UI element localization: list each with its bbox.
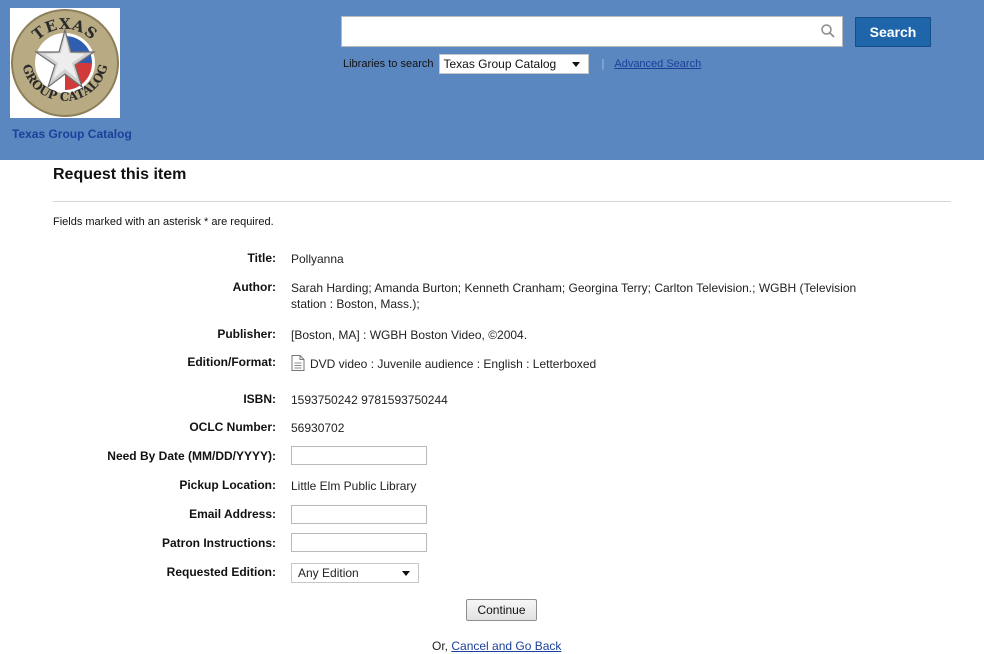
search-input[interactable] xyxy=(341,16,843,47)
edition-label: Edition/Format: xyxy=(187,355,276,369)
cancel-link[interactable]: Cancel and Go Back xyxy=(451,639,561,653)
instructions-label: Patron Instructions: xyxy=(161,536,276,550)
email-label: Email Address: xyxy=(189,507,276,521)
author-label: Author: xyxy=(232,280,276,294)
texas-star-seal-icon: TEXAS GROUP CATALOG xyxy=(11,9,119,117)
logo[interactable]: TEXAS GROUP CATALOG xyxy=(10,8,120,118)
search-button[interactable]: Search xyxy=(855,17,931,47)
continue-button[interactable]: Continue xyxy=(466,599,537,621)
requested-edition-label: Requested Edition: xyxy=(166,565,276,579)
publisher-label: Publisher: xyxy=(217,327,276,341)
libraries-select[interactable]: Texas Group Catalog xyxy=(438,54,589,74)
required-note: Fields marked with an asterisk * are req… xyxy=(53,216,274,228)
chevron-down-icon xyxy=(571,62,580,67)
separator: | xyxy=(601,58,605,70)
title-label: Title: xyxy=(247,251,276,265)
need-by-label: Need By Date (MM/DD/YYYY): xyxy=(107,449,276,463)
pickup-value: Little Elm Public Library xyxy=(291,479,417,493)
page-title: Request this item xyxy=(53,166,187,183)
site-name-link[interactable]: Texas Group Catalog xyxy=(12,127,132,141)
author-line-2: station : Boston, Mass.); xyxy=(291,297,420,311)
libraries-label: Libraries to search xyxy=(343,58,434,70)
site-header: TEXAS GROUP CATALOG Texas Group Catalog … xyxy=(0,0,984,160)
divider xyxy=(53,201,951,202)
chevron-down-icon xyxy=(402,571,410,576)
email-field[interactable] xyxy=(291,505,427,524)
publisher-value: [Boston, MA] : WGBH Boston Video, ©2004. xyxy=(291,328,528,342)
oclc-value: 56930702 xyxy=(291,421,345,435)
oclc-label: OCLC Number: xyxy=(189,420,276,434)
cancel-prefix: Or, xyxy=(432,639,449,653)
document-icon xyxy=(291,355,305,371)
isbn-label: ISBN: xyxy=(243,392,276,406)
requested-edition-selected: Any Edition xyxy=(298,566,359,580)
magnifier-icon[interactable] xyxy=(820,23,836,39)
need-by-date-field[interactable] xyxy=(291,446,427,465)
author-value: Sarah Harding; Amanda Burton; Kenneth Cr… xyxy=(291,280,856,312)
isbn-value: 1593750242 9781593750244 xyxy=(291,393,448,407)
libraries-selected: Texas Group Catalog xyxy=(443,57,557,71)
edition-value: DVD video : Juvenile audience : English … xyxy=(310,357,597,371)
advanced-search-link[interactable]: Advanced Search xyxy=(614,58,701,70)
title-value: Pollyanna xyxy=(291,252,344,266)
pickup-label: Pickup Location: xyxy=(179,478,276,492)
edition-value-wrap: DVD video : Juvenile audience : English … xyxy=(291,355,596,372)
libraries-filter: Libraries to search Texas Group Catalog … xyxy=(343,54,701,74)
patron-instructions-field[interactable] xyxy=(291,533,427,552)
requested-edition-select[interactable]: Any Edition xyxy=(291,563,419,583)
cancel-row: Or, Cancel and Go Back xyxy=(432,639,561,653)
author-line-1: Sarah Harding; Amanda Burton; Kenneth Cr… xyxy=(291,281,857,295)
